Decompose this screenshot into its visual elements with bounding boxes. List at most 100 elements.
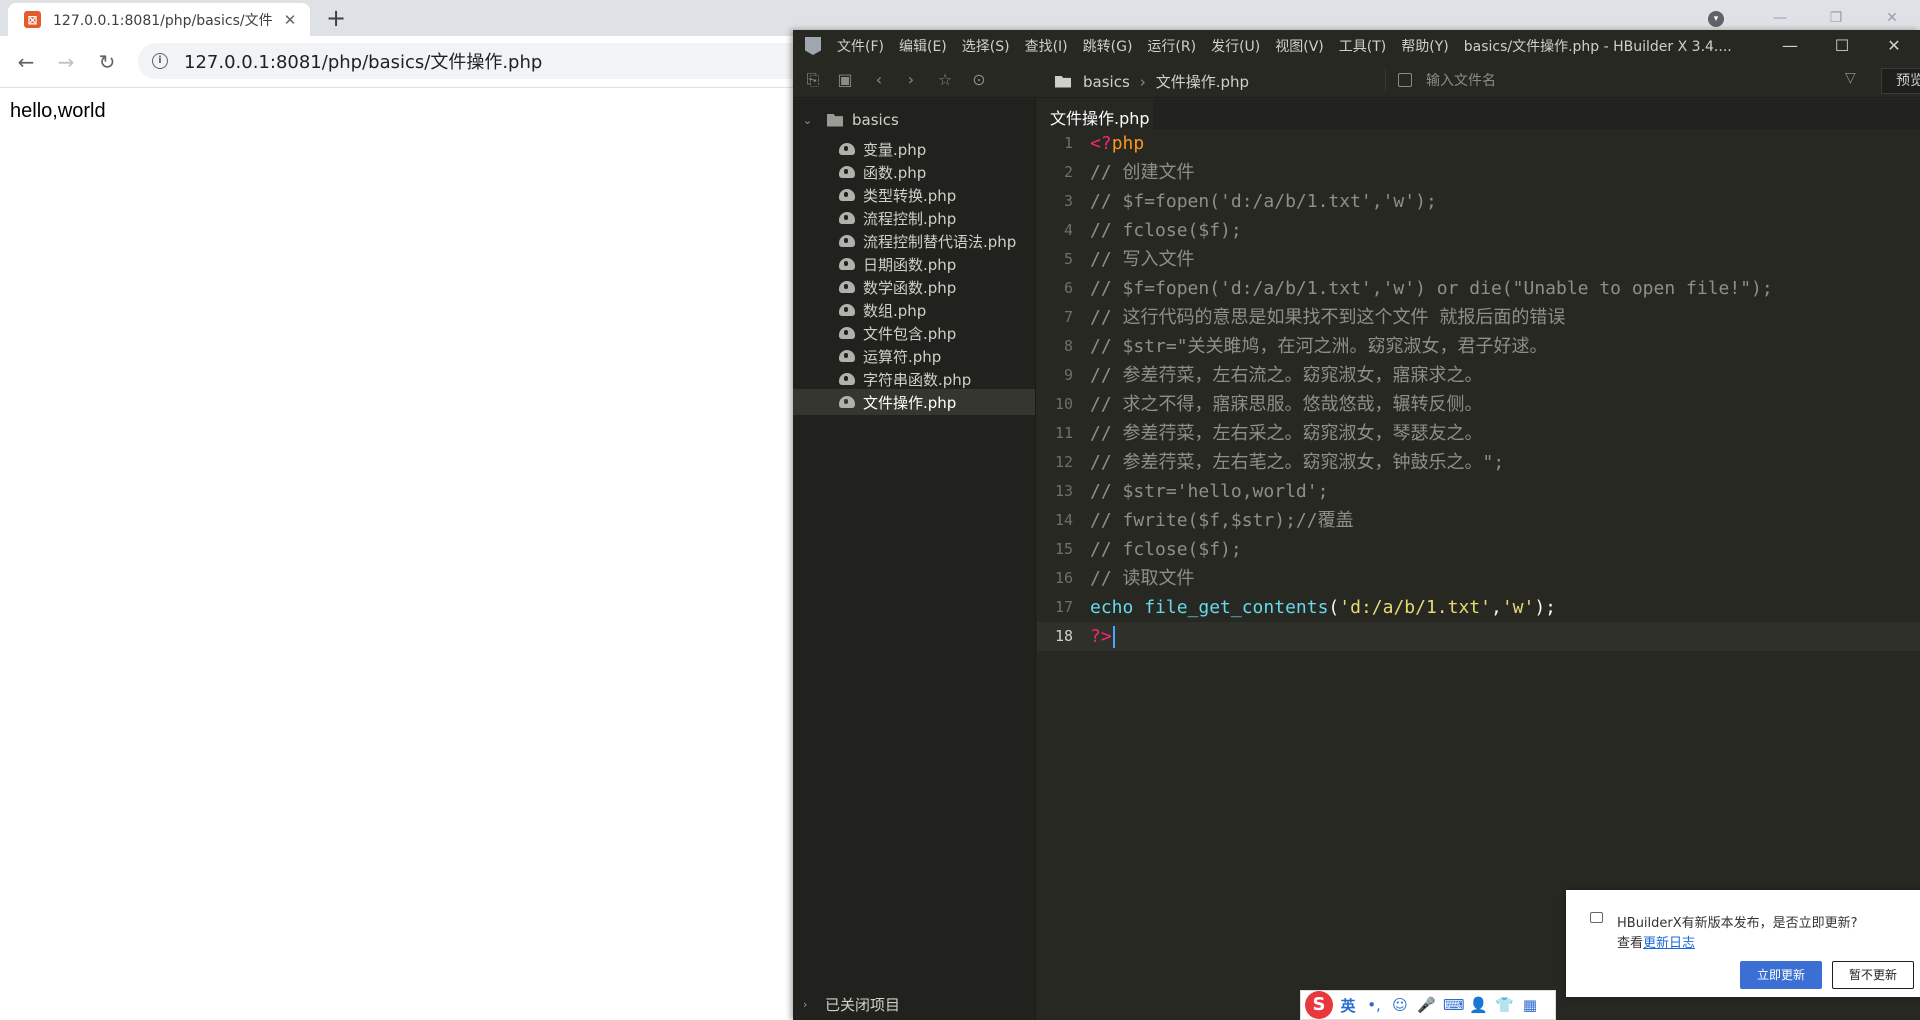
php-file-icon	[839, 235, 855, 247]
changelog-link[interactable]: 更新日志	[1643, 936, 1695, 951]
restore-icon[interactable]: ❐	[1808, 10, 1864, 26]
address-bar[interactable]: i 127.0.0.1:8081/php/basics/文件操作.php	[138, 43, 898, 79]
keyboard-icon[interactable]: ⌨	[1443, 996, 1465, 1014]
code-line[interactable]: 18 ?>	[1037, 622, 1920, 651]
code-line[interactable]: 16 // 读取文件	[1037, 564, 1920, 593]
user-icon[interactable]: 👤	[1469, 996, 1488, 1014]
menu-view[interactable]: 视图(V)	[1275, 36, 1324, 56]
code-area[interactable]: 1 <?php 2 // 创建文件 3 // $f=fopen('d:/a/b/1.txt…	[1037, 129, 1920, 651]
file-tree-label: 数组.php	[863, 301, 927, 320]
skin-icon[interactable]: 👕	[1495, 996, 1514, 1014]
code-line[interactable]: 8 // $str="关关雎鸠，在河之洲。窈窕淑女，君子好逑。	[1037, 332, 1920, 361]
code-token: // 参差荇菜，左右采之。窈窕淑女，琴瑟友之。	[1090, 423, 1483, 444]
punctuation-icon[interactable]: •,	[1365, 996, 1383, 1014]
notification-subtext: 查看更新日志	[1617, 932, 1695, 951]
file-tree-label: 函数.php	[863, 163, 927, 182]
code-line[interactable]: 9 // 参差荇菜，左右流之。窈窕淑女，寤寐求之。	[1037, 361, 1920, 390]
code-text: echo file_get_contents('d:/a/b/1.txt','w…	[1090, 593, 1556, 622]
minimize-icon[interactable]: —	[1764, 30, 1816, 62]
file-search-input[interactable]: 输入文件名	[1385, 69, 1873, 91]
menu-run[interactable]: 运行(R)	[1147, 36, 1196, 56]
forward-icon[interactable]: ›	[901, 70, 921, 90]
preview-button[interactable]: 预览	[1881, 68, 1920, 94]
info-icon[interactable]: i	[152, 53, 168, 69]
ime-language-toggle[interactable]: 英	[1339, 995, 1357, 1016]
code-line[interactable]: 10 // 求之不得，寤寐思服。悠哉悠哉，辗转反侧。	[1037, 390, 1920, 419]
microphone-icon[interactable]: 🎤	[1417, 996, 1436, 1014]
closed-projects[interactable]: › 已关闭项目	[803, 994, 900, 1015]
code-text: // $str="关关雎鸠，在河之洲。窈窕淑女，君子好逑。	[1090, 332, 1548, 361]
file-tree-label: 流程控制替代语法.php	[863, 232, 1017, 251]
php-file-icon	[839, 166, 855, 178]
menu-tools[interactable]: 工具(T)	[1339, 36, 1386, 56]
code-line[interactable]: 11 // 参差荇菜，左右采之。窈窕淑女，琴瑟友之。	[1037, 419, 1920, 448]
line-number: 14	[1054, 511, 1073, 529]
closed-projects-label: 已关闭项目	[825, 996, 901, 1014]
code-line[interactable]: 6 // $f=fopen('d:/a/b/1.txt','w') or die(…	[1037, 274, 1920, 303]
new-file-icon[interactable]: ⎘	[803, 70, 823, 90]
back-arrow-icon[interactable]: ←	[14, 50, 38, 74]
hbuilder-window: 文件(F) 编辑(E) 选择(S) 查找(I) 跳转(G) 运行(R) 发行(U…	[793, 30, 1920, 1020]
back-icon[interactable]: ‹	[869, 70, 889, 90]
menu-publish[interactable]: 发行(U)	[1211, 36, 1260, 56]
line-number: 2	[1063, 163, 1073, 181]
reload-icon[interactable]: ↻	[95, 50, 119, 74]
sogou-logo-icon[interactable]: S	[1305, 991, 1333, 1019]
filter-icon[interactable]: ▽	[1845, 70, 1856, 86]
star-icon[interactable]: ☆	[935, 70, 955, 90]
php-file-icon	[839, 212, 855, 224]
tab-close-icon[interactable]: ✕	[280, 11, 300, 29]
xampp-favicon-icon: ⊠	[24, 11, 41, 28]
menu-goto[interactable]: 跳转(G)	[1083, 36, 1133, 56]
tab-search-icon[interactable]: ▾	[1708, 11, 1724, 27]
line-number: 17	[1054, 598, 1073, 616]
menu-edit[interactable]: 编辑(E)	[899, 36, 947, 56]
menu-help[interactable]: 帮助(Y)	[1401, 36, 1448, 56]
forward-arrow-icon[interactable]: →	[54, 50, 78, 74]
code-text: // 写入文件	[1090, 245, 1195, 274]
file-tree-item[interactable]: 文件操作.php	[793, 389, 1035, 415]
code-text: // fwrite($f,$str);//覆盖	[1090, 506, 1354, 535]
save-icon[interactable]: ▣	[835, 70, 855, 90]
close-icon[interactable]: ✕	[1864, 10, 1920, 26]
code-line[interactable]: 12 // 参差荇菜，左右芼之。窈窕淑女，钟鼓乐之。";	[1037, 448, 1920, 477]
menu-file[interactable]: 文件(F)	[837, 36, 884, 56]
skip-update-button[interactable]: 暂不更新	[1832, 961, 1914, 989]
code-line[interactable]: 7 // 这行代码的意思是如果找不到这个文件 就报后面的错误	[1037, 303, 1920, 332]
code-line[interactable]: 3 // $f=fopen('d:/a/b/1.txt','w');	[1037, 187, 1920, 216]
chevron-down-icon[interactable]: ⌄	[803, 114, 817, 127]
php-file-icon	[839, 281, 855, 293]
page-output-text: hello,world	[10, 100, 106, 122]
breadcrumb-file[interactable]: 文件操作.php	[1156, 71, 1249, 92]
php-file-icon	[839, 258, 855, 270]
project-name: basics	[852, 111, 899, 129]
line-number: 7	[1063, 308, 1073, 326]
minimize-icon[interactable]: —	[1752, 10, 1808, 26]
code-line[interactable]: 14 // fwrite($f,$str);//覆盖	[1037, 506, 1920, 535]
code-token: 'w'	[1501, 597, 1535, 618]
editor-tab[interactable]: 文件操作.php	[1037, 99, 1153, 129]
code-line[interactable]: 4 // fclose($f);	[1037, 216, 1920, 245]
code-editor[interactable]: 文件操作.php 1 <?php 2 // 创建文件 3 // $f=fopen('d:/…	[1037, 99, 1920, 1020]
run-icon[interactable]: ⊙	[969, 70, 989, 90]
project-root[interactable]: ⌄ basics	[803, 111, 899, 129]
grid-icon[interactable]: ▦	[1521, 996, 1539, 1014]
menu-find[interactable]: 查找(I)	[1025, 36, 1068, 56]
code-token: // 读取文件	[1090, 568, 1195, 589]
new-tab-button[interactable]: +	[322, 6, 350, 30]
code-line[interactable]: 15 // fclose($f);	[1037, 535, 1920, 564]
emoji-icon[interactable]: ☺	[1391, 996, 1409, 1014]
browser-tab[interactable]: ⊠ 127.0.0.1:8081/php/basics/文件 ✕	[8, 3, 310, 36]
code-line[interactable]: 17 echo file_get_contents('d:/a/b/1.txt',…	[1037, 593, 1920, 622]
menu-select[interactable]: 选择(S)	[962, 36, 1010, 56]
code-line[interactable]: 1 <?php	[1037, 129, 1920, 158]
code-line[interactable]: 5 // 写入文件	[1037, 245, 1920, 274]
breadcrumb-folder[interactable]: basics	[1083, 73, 1130, 91]
maximize-icon[interactable]: ☐	[1816, 30, 1868, 62]
code-line[interactable]: 13 // $str='hello,world';	[1037, 477, 1920, 506]
chevron-right-icon[interactable]: ›	[803, 998, 817, 1011]
update-now-button[interactable]: 立即更新	[1740, 961, 1822, 989]
folder-icon	[1055, 75, 1071, 88]
code-line[interactable]: 2 // 创建文件	[1037, 158, 1920, 187]
close-icon[interactable]: ✕	[1868, 30, 1920, 62]
